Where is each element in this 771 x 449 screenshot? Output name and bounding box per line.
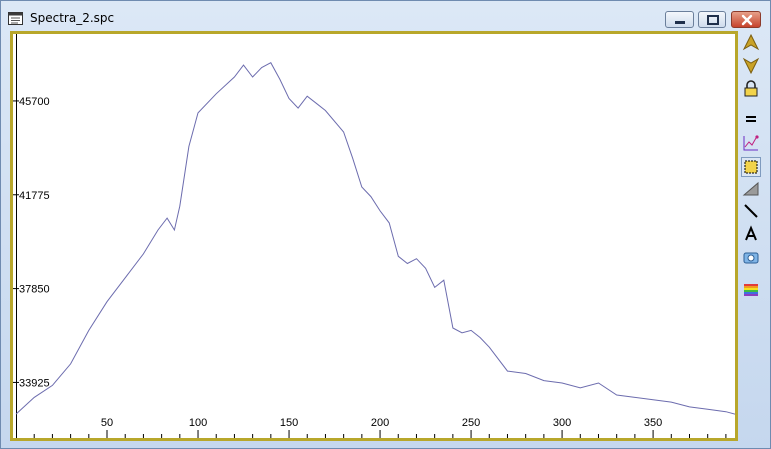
y-tick-label: 41775 (19, 190, 50, 202)
peak-button[interactable] (741, 133, 761, 153)
peak-icon (743, 135, 759, 151)
x-tick-label: 200 (371, 417, 389, 429)
scroll-down-icon (742, 57, 760, 75)
x-tick-label: 100 (189, 417, 207, 429)
scroll-up-icon (742, 33, 760, 51)
rainbow-icon (744, 284, 758, 296)
y-axis-ticks: 33925 37850 41775 45700 (13, 96, 50, 389)
spectrum-chart[interactable]: 33925 37850 41775 45700 50 100 150 200 250 300 35… (13, 34, 735, 438)
equals-button[interactable] (741, 109, 761, 129)
maximize-button[interactable] (698, 11, 726, 28)
spectrum-trace (15, 62, 735, 415)
rainbow-button[interactable] (741, 279, 761, 299)
fill-icon (742, 181, 759, 196)
x-tick-label: 350 (644, 417, 662, 429)
scroll-up-button[interactable] (741, 33, 761, 53)
scroll-down-button[interactable] (741, 55, 761, 75)
equals-icon (746, 116, 756, 122)
text-tool-icon (745, 225, 757, 241)
lock-icon (744, 80, 758, 97)
x-tick-label: 50 (101, 417, 113, 429)
x-axis-ticks: 50 100 150 200 250 300 350 (33, 417, 727, 438)
plot-area[interactable]: 33925 37850 41775 45700 50 100 150 200 250 300 35… (10, 31, 738, 441)
camera-icon (743, 252, 759, 264)
y-tick-label: 37850 (19, 284, 50, 296)
plot-toolbar (739, 31, 763, 441)
y-tick-label: 33925 (19, 377, 50, 389)
x-tick-label: 150 (280, 417, 298, 429)
x-tick-label: 300 (553, 417, 571, 429)
camera-button[interactable] (741, 247, 761, 267)
select-box-icon (741, 157, 761, 177)
y-tick-label: 45700 (19, 96, 50, 108)
close-icon (741, 14, 753, 26)
line-tool-icon (744, 204, 758, 218)
window-title: Spectra_2.spc (30, 11, 115, 25)
spectrum-window: Spectra_2.spc 33925 37850 41775 45700 50 100… (0, 0, 771, 449)
lock-button[interactable] (741, 79, 761, 99)
minimize-icon (675, 21, 685, 24)
select-box-button[interactable] (741, 157, 761, 177)
text-tool-button[interactable] (741, 224, 761, 244)
maximize-icon (707, 15, 719, 25)
x-tick-label: 250 (462, 417, 480, 429)
document-icon (8, 10, 23, 25)
line-tool-button[interactable] (741, 201, 761, 221)
fill-button[interactable] (741, 179, 761, 199)
minimize-button[interactable] (665, 11, 694, 28)
close-button[interactable] (731, 11, 761, 28)
title-bar[interactable]: Spectra_2.spc (1, 1, 770, 31)
